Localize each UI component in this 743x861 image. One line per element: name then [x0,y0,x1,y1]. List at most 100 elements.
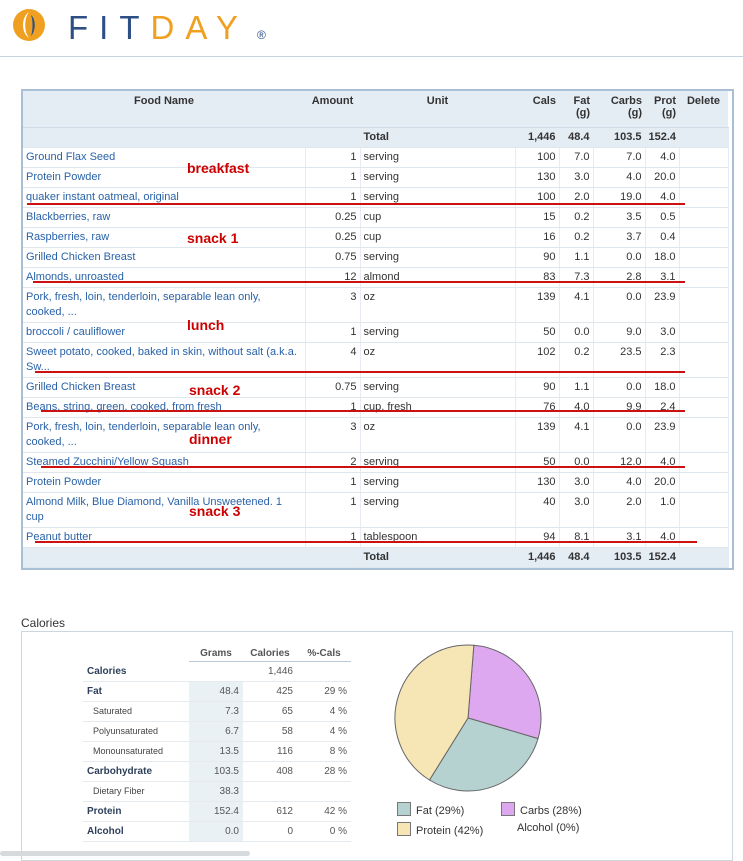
amount-input[interactable]: 1 [305,472,361,493]
unit-select[interactable]: almond [360,267,516,288]
unit-select[interactable]: serving [360,452,516,473]
amount-input[interactable]: 1 [305,322,361,343]
divider-after-lunch [35,371,685,373]
unit-select[interactable]: cup [360,207,516,228]
nutrient-calories: 58 [243,721,297,742]
delete-cell[interactable] [679,492,729,528]
legend-swatch [397,822,411,836]
amount-input[interactable]: 1 [305,167,361,188]
delete-cell[interactable] [679,287,729,323]
col-amount[interactable]: Amount [305,91,360,128]
horizontal-scrollbar[interactable] [0,851,250,856]
delete-cell[interactable] [679,147,729,168]
fat-cell: 0.0 [559,452,594,473]
delete-cell[interactable] [679,247,729,268]
food-name-cell: Steamed Zucchini/Yellow Squash [23,452,306,473]
unit-select[interactable]: oz [360,287,516,323]
amount-input[interactable]: 0.25 [305,227,361,248]
unit-select[interactable]: serving [360,167,516,188]
food-row: Grilled Chicken Breast 0.75 serving 90 1.1 0.… [23,377,729,398]
nutrient-row: Calories 1,446 [83,661,351,682]
fitday-logo-icon[interactable] [12,8,46,42]
food-name-link[interactable]: Protein Powder [26,171,101,183]
unit-select[interactable]: cup [360,227,516,248]
delete-cell[interactable] [679,452,729,473]
nutrient-calories: 612 [243,801,297,822]
food-name-link[interactable]: Almond Milk, Blue Diamond, Vanilla Unswe… [26,496,282,523]
carbs-cell: 3.7 [593,227,646,248]
food-name-link[interactable]: Blackberries, raw [26,211,110,223]
col-food-name[interactable]: Food Name [23,91,305,128]
fat-cell: 3.0 [559,492,594,528]
delete-cell[interactable] [679,377,729,398]
registered-mark: ® [257,28,266,42]
amount-input[interactable]: 3 [305,287,361,323]
food-name-link[interactable]: Grilled Chicken Breast [26,251,135,263]
food-name-link[interactable]: Raspberries, raw [26,231,109,243]
delete-cell[interactable] [679,322,729,343]
food-name-cell: Ground Flax Seed [23,147,306,168]
amount-input[interactable]: 1 [305,147,361,168]
delete-cell[interactable] [679,527,729,548]
col-fat[interactable]: Fat (g) [559,91,593,128]
amount-input[interactable]: 2 [305,452,361,473]
col-carbs[interactable]: Carbs (g) [593,91,645,128]
prot-cell: 2.4 [645,397,680,418]
amount-input[interactable]: 3 [305,417,361,453]
amount-input[interactable]: 0.25 [305,207,361,228]
unit-select[interactable]: tablespoon [360,527,516,548]
food-name-link[interactable]: Pork, fresh, loin, tenderloin, separable… [26,291,261,318]
unit-select[interactable]: cup, fresh [360,397,516,418]
amount-input[interactable]: 1 [305,397,361,418]
legend-label: Protein (42%) [416,825,484,837]
col-cals[interactable]: Cals [515,91,559,128]
food-name-link[interactable]: broccoli / cauliflower [26,326,125,338]
delete-cell[interactable] [679,187,729,208]
carbs-cell: 2.8 [593,267,646,288]
delete-cell[interactable] [679,472,729,493]
amount-input[interactable]: 0.75 [305,377,361,398]
carbs-cell: 9.9 [593,397,646,418]
legend-label: Carbs (28%) [520,805,582,817]
col-unit[interactable]: Unit [360,91,515,128]
prot-cell: 0.5 [645,207,680,228]
delete-cell[interactable] [679,417,729,453]
unit-select[interactable]: serving [360,377,516,398]
unit-select[interactable]: oz [360,417,516,453]
delete-cell[interactable] [679,267,729,288]
col-delete: Delete [679,91,728,128]
unit-select[interactable]: serving [360,322,516,343]
nutrient-label: Saturated [83,701,189,722]
food-name-link[interactable]: Grilled Chicken Breast [26,381,135,393]
delete-cell[interactable] [679,342,729,378]
food-name-link[interactable]: Sweet potato, cooked, baked in skin, wit… [26,346,297,373]
annotation-snack-2: snack 2 [189,382,241,398]
total-empty-cell [23,547,306,568]
delete-cell[interactable] [679,207,729,228]
amount-input[interactable]: 1 [305,492,361,528]
legend-item: Carbs (28%) [501,802,582,817]
amount-input[interactable]: 12 [305,267,361,288]
total-carbs: 103.5 [593,127,646,148]
table-header-row: Food Name Amount Unit Cals Fat (g) Carbs… [23,91,728,128]
unit-select[interactable]: serving [360,247,516,268]
unit-select[interactable]: serving [360,492,516,528]
nutrient-label: Fat [83,681,189,702]
fat-cell: 0.2 [559,207,594,228]
unit-select[interactable]: serving [360,472,516,493]
amount-input[interactable]: 1 [305,527,361,548]
nutrient-pct [297,781,351,802]
total-label: Total [360,547,516,568]
food-name-link[interactable]: quaker instant oatmeal, original [26,191,179,203]
brand-wordmark[interactable]: FITDAY [68,10,249,46]
delete-cell[interactable] [679,227,729,248]
col-prot[interactable]: Prot (g) [645,91,679,128]
food-name-link[interactable]: Protein Powder [26,476,101,488]
carbs-cell: 0.0 [593,417,646,453]
delete-cell[interactable] [679,167,729,188]
food-name-link[interactable]: Ground Flax Seed [26,151,115,163]
amount-input[interactable]: 0.75 [305,247,361,268]
unit-select[interactable]: serving [360,147,516,168]
legend-label: Alcohol (0%) [517,822,580,834]
delete-cell[interactable] [679,397,729,418]
